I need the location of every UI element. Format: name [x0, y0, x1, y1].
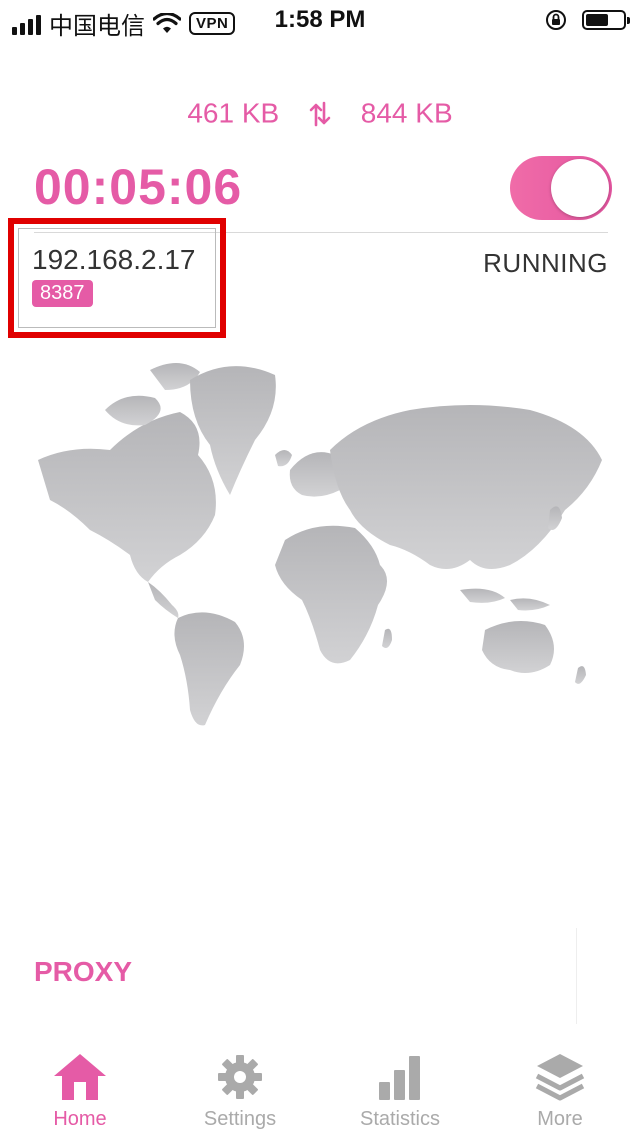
- toggle-knob: [551, 159, 609, 217]
- tab-bar: Home Settings Statistics More: [0, 1040, 640, 1136]
- connection-timer: 00:05:06: [34, 159, 243, 215]
- tab-label: Home: [53, 1108, 107, 1130]
- upload-amount: 844 KB: [360, 97, 453, 129]
- highlight-box: [8, 218, 226, 338]
- battery-icon: [582, 10, 630, 30]
- layers-icon: [535, 1054, 585, 1101]
- tab-label: Statistics: [359, 1108, 441, 1130]
- connection-status: RUNNING: [483, 248, 608, 278]
- tab-label: More: [537, 1108, 583, 1130]
- gear-icon: [218, 1055, 262, 1099]
- status-bar: 中国电信 VPN 1:58 PM: [0, 0, 640, 40]
- tab-more[interactable]: More: [480, 1040, 640, 1136]
- vpn-toggle[interactable]: [510, 156, 612, 220]
- tab-settings[interactable]: Settings: [160, 1040, 320, 1136]
- transfer-arrows-icon: [309, 101, 331, 126]
- server-ip[interactable]: 192.168.2.17: [32, 244, 196, 276]
- home-icon: [54, 1054, 106, 1100]
- proxy-section-title[interactable]: PROXY: [34, 956, 132, 988]
- divider: [576, 928, 577, 1024]
- world-map: [38, 362, 602, 726]
- orientation-lock-icon: [546, 10, 566, 30]
- tab-home[interactable]: Home: [0, 1040, 160, 1136]
- bar-chart-icon: [379, 1056, 420, 1100]
- tab-label: Settings: [203, 1108, 277, 1130]
- tab-statistics[interactable]: Statistics: [320, 1040, 480, 1136]
- server-port-badge: 8387: [32, 280, 93, 307]
- traffic-counter: 461 KB 844 KB: [0, 96, 640, 130]
- download-amount: 461 KB: [187, 97, 280, 129]
